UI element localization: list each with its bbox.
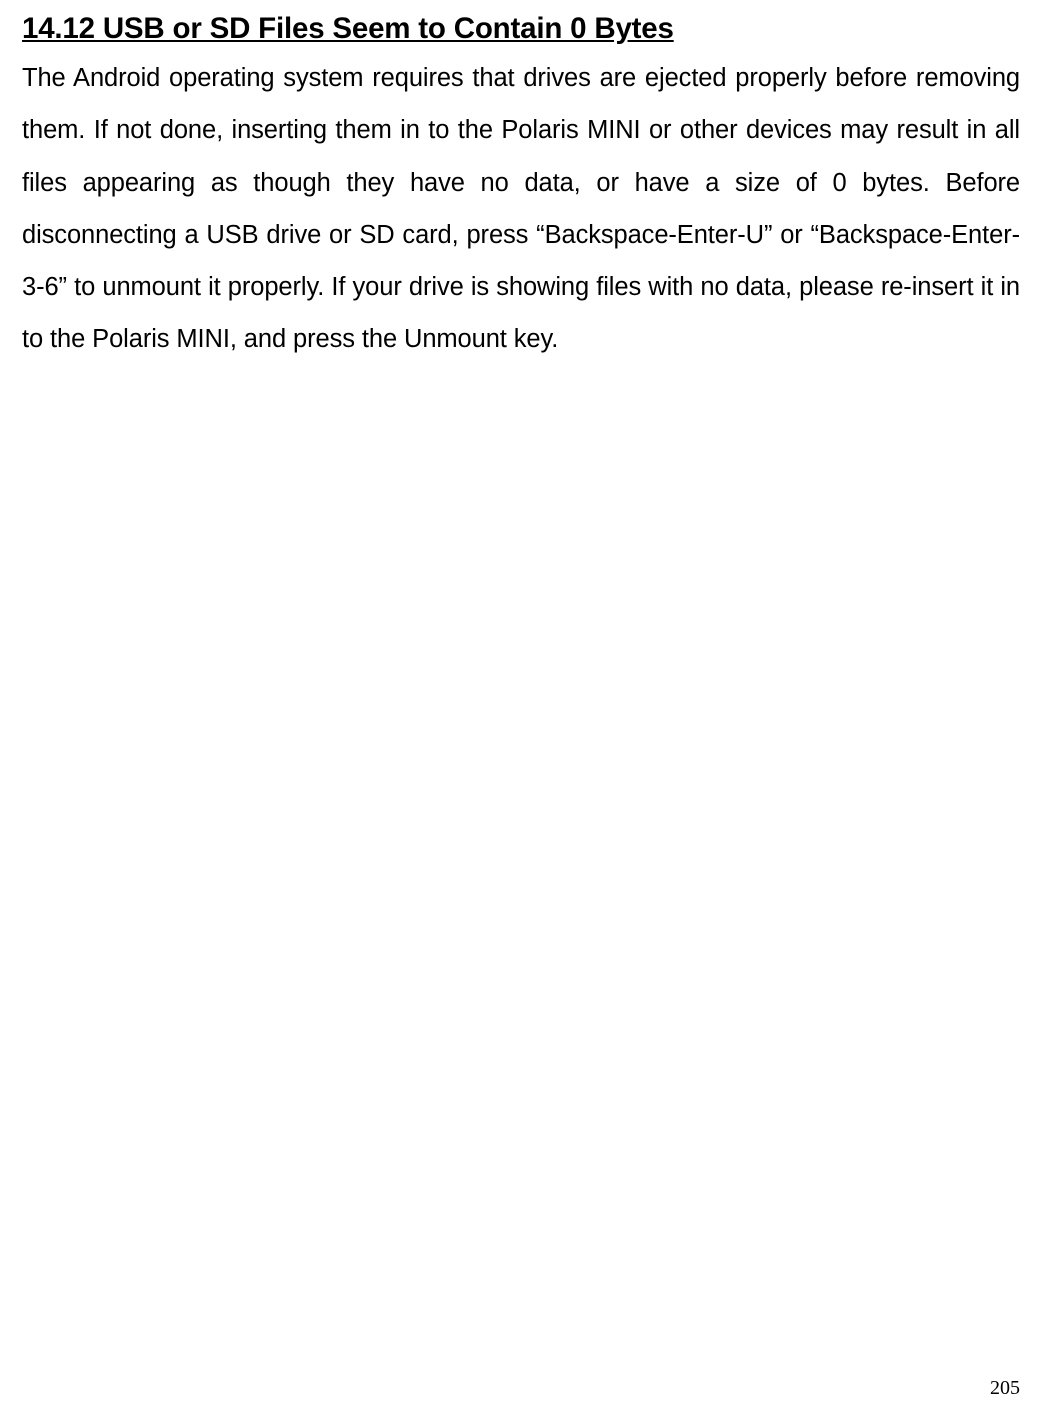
section-heading: 14.12 USB or SD Files Seem to Contain 0 … (22, 12, 1020, 46)
section-body: The Android operating system requires th… (22, 52, 1020, 366)
page-number: 205 (990, 1377, 1020, 1400)
